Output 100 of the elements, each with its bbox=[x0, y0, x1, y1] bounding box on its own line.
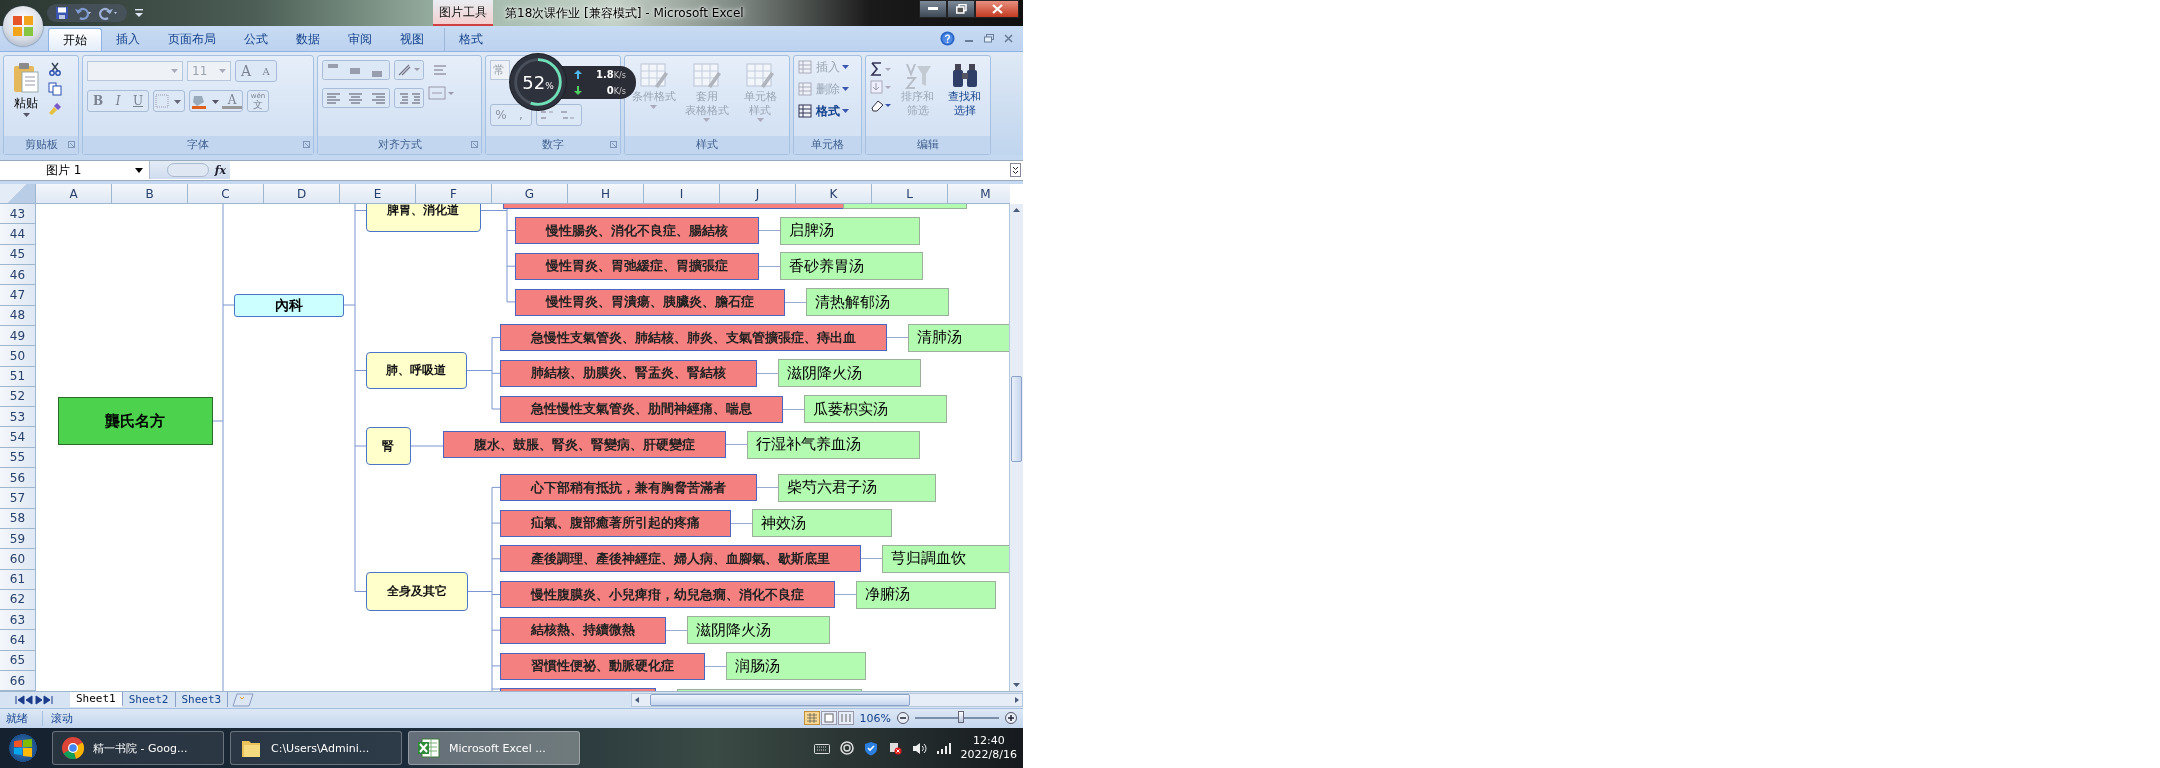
paste-button[interactable]: 粘贴 bbox=[8, 60, 44, 136]
zoom-out-icon[interactable] bbox=[897, 712, 909, 725]
row-header[interactable]: 66 bbox=[0, 671, 36, 692]
shield-icon[interactable] bbox=[863, 740, 878, 756]
horizontal-align-icon[interactable] bbox=[322, 88, 390, 109]
ribbon-tab[interactable]: 开始 bbox=[48, 28, 102, 52]
taskbar-button[interactable]: C:\Users\Admini... bbox=[230, 731, 402, 765]
scroll-thumb[interactable] bbox=[1011, 376, 1022, 463]
column-header[interactable]: B bbox=[112, 184, 188, 205]
edit-button[interactable]: 查找和 选择 bbox=[943, 60, 986, 136]
row-header[interactable]: 60 bbox=[0, 549, 36, 570]
fill-color-icon[interactable] bbox=[190, 93, 222, 110]
zoom-slider-thumb[interactable] bbox=[958, 711, 965, 724]
office-button[interactable] bbox=[3, 6, 43, 46]
expand-formula-bar-icon[interactable] bbox=[1010, 163, 1021, 178]
row-header[interactable]: 63 bbox=[0, 610, 36, 631]
sum-icon[interactable] bbox=[870, 62, 892, 77]
insert-sheet-icon[interactable] bbox=[232, 692, 255, 707]
minimize-button[interactable] bbox=[919, 0, 947, 18]
row-header[interactable]: 65 bbox=[0, 650, 36, 671]
scroll-thumb[interactable] bbox=[650, 693, 910, 706]
clock-time[interactable]: 12:40 bbox=[972, 733, 1005, 748]
row-header[interactable]: 43 bbox=[0, 204, 36, 225]
column-header[interactable]: A bbox=[36, 184, 112, 205]
zoom-level[interactable]: 106% bbox=[859, 711, 891, 725]
borders-icon[interactable] bbox=[154, 93, 184, 110]
signal-bars-icon[interactable] bbox=[936, 742, 951, 754]
close-icon[interactable] bbox=[1004, 34, 1013, 44]
close-button[interactable] bbox=[975, 0, 1019, 18]
taskbar-button[interactable]: Microsoft Excel ... bbox=[408, 731, 580, 765]
text-orientation-icon[interactable] bbox=[394, 60, 424, 81]
row-header[interactable]: 48 bbox=[0, 305, 36, 326]
sheet-tab[interactable]: Sheet1 bbox=[70, 692, 123, 708]
vertical-align-icon[interactable] bbox=[322, 60, 390, 81]
symptom-node: 慢性胃炎、胃弛緩症、胃擴張症 bbox=[514, 252, 759, 280]
help-icon[interactable] bbox=[940, 31, 955, 47]
row-header[interactable]: 54 bbox=[0, 427, 36, 448]
row-header[interactable]: 44 bbox=[0, 224, 36, 245]
cells-button[interactable]: 格式 bbox=[798, 102, 857, 121]
row-header[interactable]: 53 bbox=[0, 407, 36, 428]
column-header[interactable]: J bbox=[720, 184, 796, 205]
clock-date[interactable]: 2022/8/16 bbox=[960, 748, 1017, 763]
column-header[interactable]: L bbox=[872, 184, 948, 205]
indent-icon[interactable] bbox=[394, 88, 424, 109]
ribbon-tab[interactable]: 公式 bbox=[230, 28, 282, 52]
row-header[interactable]: 45 bbox=[0, 244, 36, 266]
ribbon-tab[interactable]: 视图 bbox=[386, 28, 438, 52]
save-icon[interactable] bbox=[55, 6, 69, 20]
vertical-scrollbar[interactable] bbox=[1009, 204, 1023, 692]
ribbon-tab[interactable]: 页面布局 bbox=[154, 28, 230, 52]
keyboard-icon[interactable] bbox=[813, 742, 830, 754]
row-header[interactable]: 61 bbox=[0, 569, 36, 590]
sheet-navigation-icon[interactable] bbox=[15, 694, 55, 705]
sort-filter-icon bbox=[903, 62, 932, 91]
row-header[interactable]: 46 bbox=[0, 265, 36, 286]
row-header[interactable]: 47 bbox=[0, 285, 36, 306]
row-header[interactable]: 52 bbox=[0, 386, 36, 408]
row-header[interactable]: 51 bbox=[0, 366, 36, 387]
row-header[interactable]: 50 bbox=[0, 346, 36, 367]
swirl-icon[interactable] bbox=[839, 741, 854, 755]
row-header[interactable]: 59 bbox=[0, 528, 36, 550]
column-header[interactable]: D bbox=[264, 184, 340, 205]
view-buttons-icon[interactable] bbox=[803, 711, 854, 726]
undo-icon[interactable] bbox=[74, 6, 94, 20]
row-header[interactable]: 49 bbox=[0, 325, 36, 347]
row-header[interactable]: 56 bbox=[0, 468, 36, 489]
row-header[interactable]: 58 bbox=[0, 508, 36, 529]
restore-icon[interactable] bbox=[984, 34, 994, 44]
column-header[interactable]: M bbox=[948, 184, 1010, 205]
column-header[interactable]: K bbox=[796, 184, 872, 205]
ribbon-tab[interactable]: 插入 bbox=[102, 28, 154, 52]
splitter-handle[interactable] bbox=[166, 163, 209, 178]
horizontal-scrollbar[interactable] bbox=[631, 692, 1023, 707]
ribbon-tab[interactable]: 审阅 bbox=[334, 28, 386, 52]
font-name-field[interactable] bbox=[87, 61, 183, 82]
restore-button[interactable] bbox=[947, 0, 975, 18]
column-header[interactable]: G bbox=[492, 184, 568, 205]
column-header[interactable]: I bbox=[644, 184, 720, 205]
row-header[interactable]: 64 bbox=[0, 630, 36, 651]
copy-icon[interactable] bbox=[48, 82, 62, 97]
insert-function-button[interactable]: fx bbox=[214, 163, 226, 177]
column-header[interactable]: F bbox=[416, 184, 492, 205]
taskbar-button[interactable]: 精一书院 - Goog... bbox=[52, 731, 224, 765]
redo-icon[interactable] bbox=[99, 6, 119, 20]
volume-icon[interactable] bbox=[911, 741, 927, 755]
column-header[interactable]: H bbox=[568, 184, 644, 205]
network-error-icon[interactable] bbox=[887, 741, 902, 755]
paintbrush-icon[interactable] bbox=[48, 102, 62, 117]
column-header[interactable]: E bbox=[340, 184, 416, 205]
eraser-icon[interactable] bbox=[870, 98, 892, 113]
row-header[interactable]: 57 bbox=[0, 488, 36, 509]
zoom-in-icon[interactable] bbox=[1005, 712, 1017, 725]
row-header[interactable]: 62 bbox=[0, 589, 36, 611]
row-header[interactable]: 55 bbox=[0, 447, 36, 468]
column-header[interactable]: C bbox=[188, 184, 264, 205]
merge-cells-icon[interactable] bbox=[428, 84, 454, 103]
ribbon-tab[interactable]: 数据 bbox=[282, 28, 334, 52]
remedy-node: 香砂养胃汤 bbox=[779, 252, 923, 281]
customize-toolbar-icon[interactable] bbox=[135, 8, 143, 18]
scissors-icon[interactable] bbox=[48, 62, 62, 77]
